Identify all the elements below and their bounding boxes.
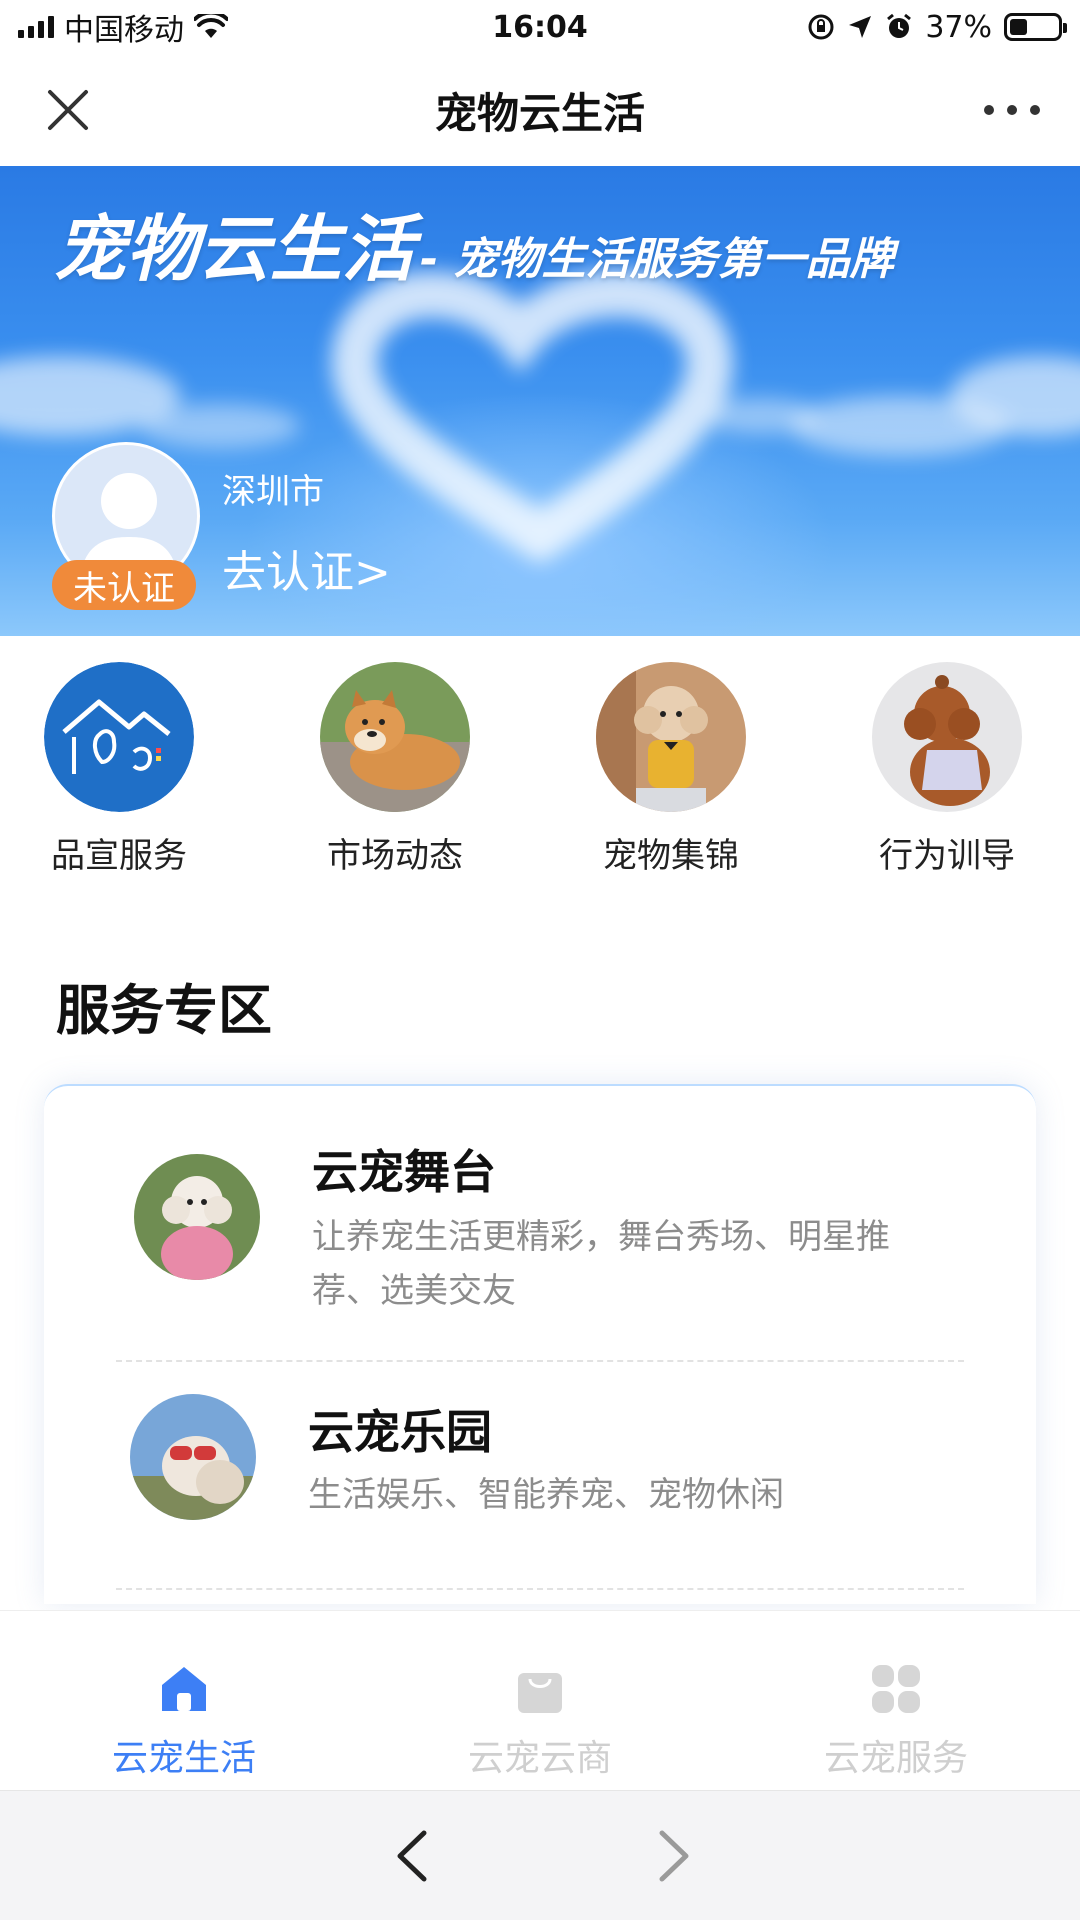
- service-name: 云宠舞台: [312, 1145, 496, 1199]
- quick-menu: 品宣服务 市场动态 宠物集锦 行为训导: [0, 656, 1080, 876]
- service-item-stage[interactable]: 云宠舞台 让养宠生活更精彩，舞台秀场、明星推荐、选美交友: [44, 1086, 1036, 1356]
- status-right: 37%: [702, 9, 1067, 45]
- service-name: 云宠乐园: [308, 1405, 492, 1459]
- signal-icon: [18, 16, 54, 38]
- orientation-lock-icon: [808, 14, 834, 40]
- location-icon: [849, 16, 872, 38]
- forward-arrow-icon[interactable]: [636, 1821, 706, 1891]
- banner-title: 宠物云生活 - 宠物生活服务第一品牌: [54, 190, 894, 295]
- divider: [116, 1360, 964, 1362]
- verify-link[interactable]: 去认证>: [222, 536, 391, 600]
- promotion-service-icon: [44, 662, 194, 812]
- quick-label: 品宣服务: [51, 836, 187, 876]
- status-left: 中国移动: [18, 5, 378, 49]
- tab-pet-shop[interactable]: 云宠云商: [360, 1611, 720, 1791]
- alarm-icon: [887, 13, 912, 38]
- poodle-pink-image: [134, 1154, 260, 1280]
- shiba-dog-image: [320, 662, 470, 812]
- grid-icon: [872, 1665, 920, 1713]
- tab-bar: 云宠生活 云宠云商 云宠服务: [0, 1610, 1080, 1790]
- quick-item-market[interactable]: 市场动态: [295, 662, 495, 877]
- divider: [116, 1588, 964, 1590]
- battery-percent: 37%: [925, 9, 992, 45]
- service-desc: 让养宠生活更精彩，舞台秀场、明星推荐、选美交友: [312, 1217, 890, 1311]
- tab-label: 云宠云商: [467, 1738, 612, 1779]
- quick-item-training[interactable]: 行为训导: [847, 662, 1047, 877]
- nav-bar: 宠物云生活: [0, 54, 1080, 166]
- battery-level: [1010, 19, 1028, 35]
- tab-pet-life[interactable]: 云宠生活: [4, 1611, 364, 1791]
- page-title: 宠物云生活: [434, 88, 645, 138]
- quick-label: 市场动态: [327, 836, 463, 876]
- quick-label: 宠物集锦: [603, 836, 739, 876]
- service-desc: 生活娱乐、智能养宠、宠物休闲: [308, 1475, 784, 1515]
- dog-with-goggles-image: [130, 1394, 256, 1520]
- city-label: 深圳市: [222, 472, 324, 512]
- hero-banner: 宠物云生活 - 宠物生活服务第一品牌 未认证 深圳市 去认证>: [0, 166, 1080, 636]
- quick-item-promotion[interactable]: 品宣服务: [19, 662, 219, 877]
- shopping-bag-icon: [518, 1673, 562, 1713]
- service-item-park[interactable]: 云宠乐园 生活娱乐、智能养宠、宠物休闲: [44, 1364, 1036, 1590]
- browser-toolbar: [0, 1790, 1080, 1920]
- close-icon[interactable]: [40, 82, 96, 138]
- banner-subtitle: - 宠物生活服务第一品牌: [420, 234, 894, 285]
- tab-label: 云宠生活: [111, 1738, 256, 1779]
- quick-label: 行为训导: [879, 836, 1015, 876]
- status-time: 16:04: [492, 9, 588, 45]
- banner-brand: 宠物云生活: [54, 207, 415, 291]
- tab-pet-service[interactable]: 云宠服务: [716, 1611, 1076, 1791]
- battery-icon: [1004, 13, 1067, 41]
- back-arrow-icon[interactable]: [380, 1821, 450, 1891]
- tab-label: 云宠服务: [823, 1738, 968, 1779]
- poodle-in-suit-image: [596, 662, 746, 812]
- section-title: 服务专区: [56, 979, 272, 1042]
- home-icon: [162, 1667, 206, 1711]
- poodle-in-dress-image: [872, 662, 1022, 812]
- service-card: 云宠舞台 让养宠生活更精彩，舞台秀场、明星推荐、选美交友 云宠乐园 生活娱乐、智…: [44, 1084, 1036, 1604]
- verification-status-badge: 未认证: [52, 560, 196, 610]
- status-bar: 中国移动 16:04 37%: [0, 0, 1080, 54]
- carrier-label: 中国移动: [64, 13, 184, 48]
- more-icon[interactable]: [984, 82, 1040, 138]
- quick-item-gallery[interactable]: 宠物集锦: [571, 662, 771, 877]
- wifi-icon: [194, 14, 228, 38]
